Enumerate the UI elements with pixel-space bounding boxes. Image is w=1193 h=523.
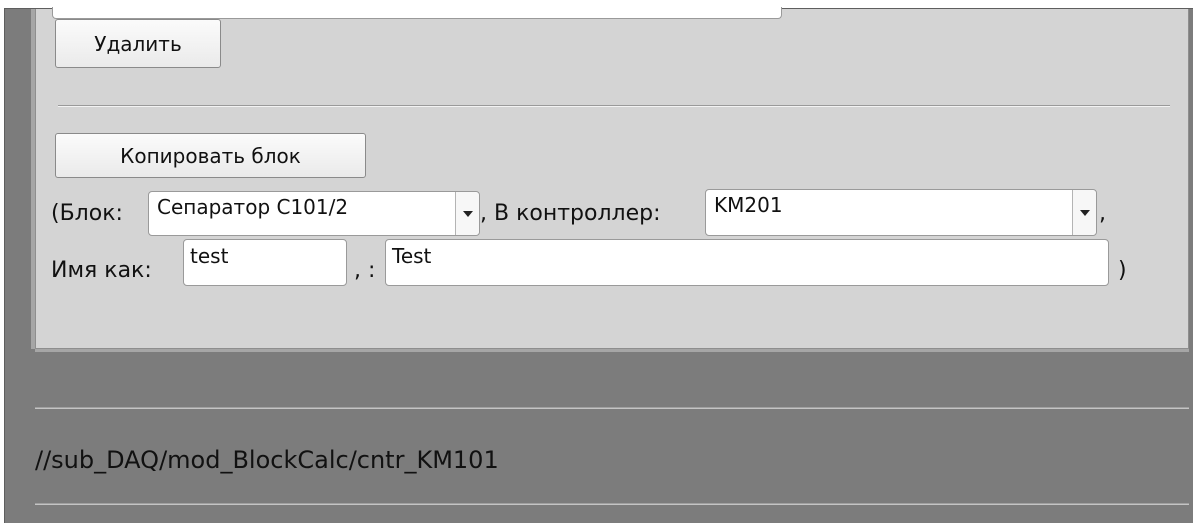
controller-label: , В контроллер: xyxy=(480,201,661,226)
controller-select[interactable]: KM201 xyxy=(705,189,1097,236)
description-separator: , : xyxy=(354,258,376,283)
name-input[interactable]: test xyxy=(183,239,347,286)
window: Удалить Копировать блок (Блок: Сепаратор… xyxy=(0,0,1193,523)
copy-block-button[interactable]: Копировать блок xyxy=(55,133,366,178)
close-paren: ) xyxy=(1118,258,1127,283)
block-select-value: Сепаратор C101/2 xyxy=(157,195,349,219)
block-label: (Блок: xyxy=(51,201,123,226)
name-label: Имя как: xyxy=(51,258,152,283)
delete-button[interactable]: Удалить xyxy=(55,19,221,68)
top-text-field[interactable] xyxy=(52,7,782,19)
controller-suffix: , xyxy=(1099,201,1106,226)
copy-block-panel: Удалить Копировать блок (Блок: Сепаратор… xyxy=(35,7,1189,349)
controller-select-value: KM201 xyxy=(714,193,783,217)
node-path: //sub_DAQ/mod_BlockCalc/cntr_KM101 xyxy=(35,446,499,474)
chevron-down-icon[interactable] xyxy=(1072,190,1096,235)
outer-frame: Удалить Копировать блок (Блок: Сепаратор… xyxy=(4,7,1193,523)
description-input[interactable]: Test xyxy=(385,239,1109,286)
divider xyxy=(35,407,1189,409)
block-select[interactable]: Сепаратор C101/2 xyxy=(148,191,480,236)
divider xyxy=(35,503,1189,505)
chevron-down-icon[interactable] xyxy=(455,192,479,235)
divider xyxy=(58,105,1170,107)
